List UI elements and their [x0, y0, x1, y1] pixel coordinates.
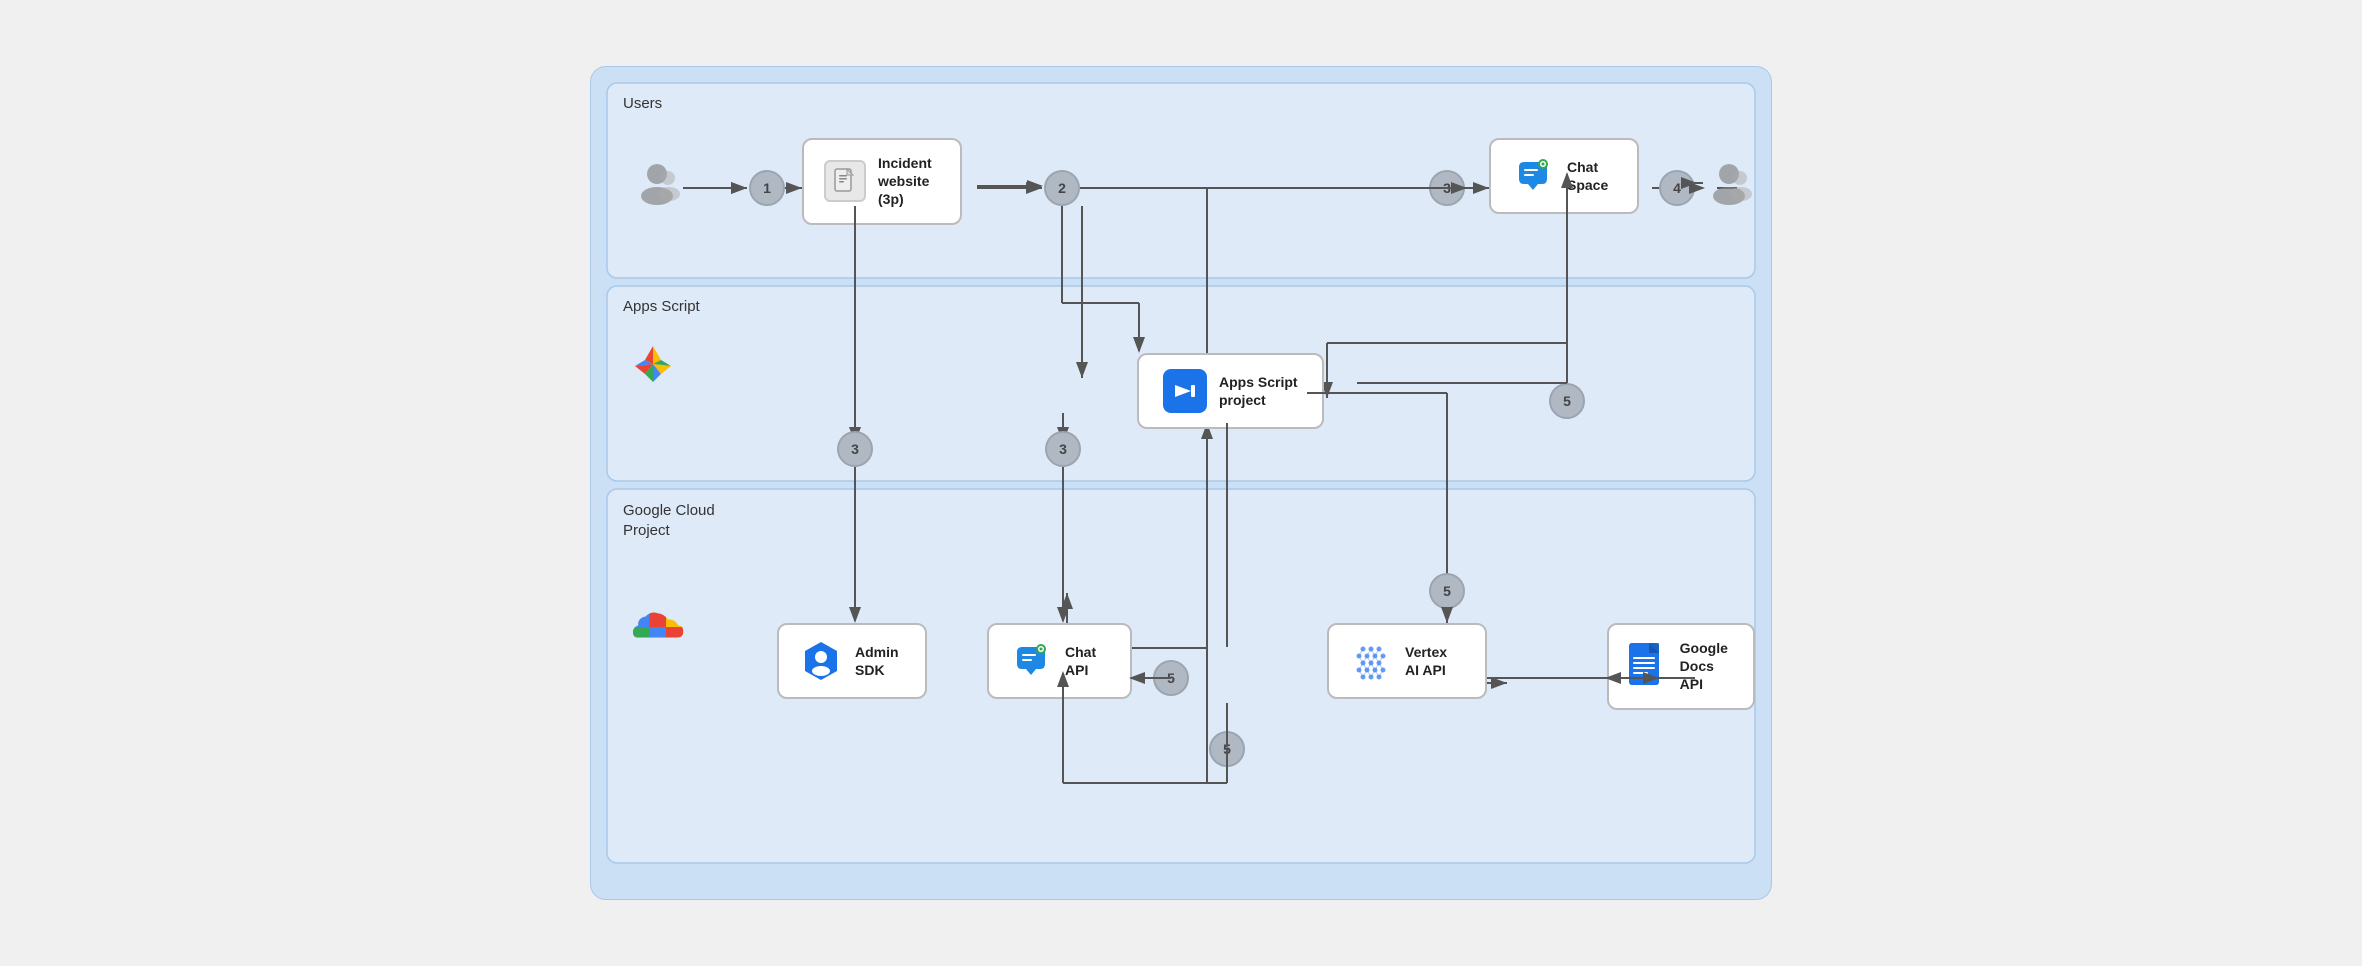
chat-space-label: Chat Space: [1567, 158, 1608, 194]
chat-icon: [1511, 154, 1555, 198]
apps-script-project-box: Apps Script project: [1137, 353, 1324, 429]
admin-sdk-label: Admin SDK: [855, 643, 899, 679]
circle-node-3-top: 3: [1429, 170, 1465, 206]
circle-node-2: 2: [1044, 170, 1080, 206]
circle-node-4: 4: [1659, 170, 1695, 206]
circle-node-3-mid: 3: [1045, 431, 1081, 467]
incident-website-label: Incident website (3p): [878, 154, 932, 209]
circle-node-5-right: 5: [1549, 383, 1585, 419]
chat-space-box: Chat Space: [1489, 138, 1639, 214]
section-label-google-cloud: Google Cloud Project: [623, 501, 715, 540]
circle-node-5-vertex: 5: [1429, 573, 1465, 609]
google-docs-api-box: Google Docs API: [1607, 623, 1755, 710]
google-docs-icon: [1629, 644, 1668, 688]
full-diagram: Users Apps Script Google Cloud Project 1: [607, 83, 1755, 883]
section-label-users: Users: [623, 95, 662, 112]
vertex-ai-icon: [1349, 639, 1393, 683]
circle-node-1: 1: [749, 170, 785, 206]
circle-node-5-chat-api: 5: [1153, 660, 1189, 696]
vertex-ai-label: Vertex AI API: [1405, 643, 1447, 679]
chat-api-box: Chat API: [987, 623, 1132, 699]
user-icon-left: [633, 158, 681, 211]
apps-script-project-label: Apps Script project: [1219, 373, 1298, 409]
incident-website-box: Incident website (3p): [802, 138, 962, 225]
section-label-apps-script: Apps Script: [623, 298, 700, 315]
diagram-wrapper: Users Apps Script Google Cloud Project 1: [590, 66, 1772, 900]
google-cloud-logo: [627, 603, 687, 656]
google-docs-api-label: Google Docs API: [1680, 639, 1734, 694]
chat-api-label: Chat API: [1065, 643, 1096, 679]
vertex-ai-box: Vertex AI API: [1327, 623, 1487, 699]
circle-node-5-bottom: 5: [1209, 731, 1245, 767]
admin-sdk-icon: [799, 639, 843, 683]
user-icon-right: [1705, 158, 1753, 211]
document-icon: [824, 160, 866, 202]
apps-script-project-icon: [1163, 369, 1207, 413]
admin-sdk-box: Admin SDK: [777, 623, 927, 699]
apps-script-logo: [627, 338, 679, 390]
circle-node-3-left: 3: [837, 431, 873, 467]
chat-api-icon: [1009, 639, 1053, 683]
